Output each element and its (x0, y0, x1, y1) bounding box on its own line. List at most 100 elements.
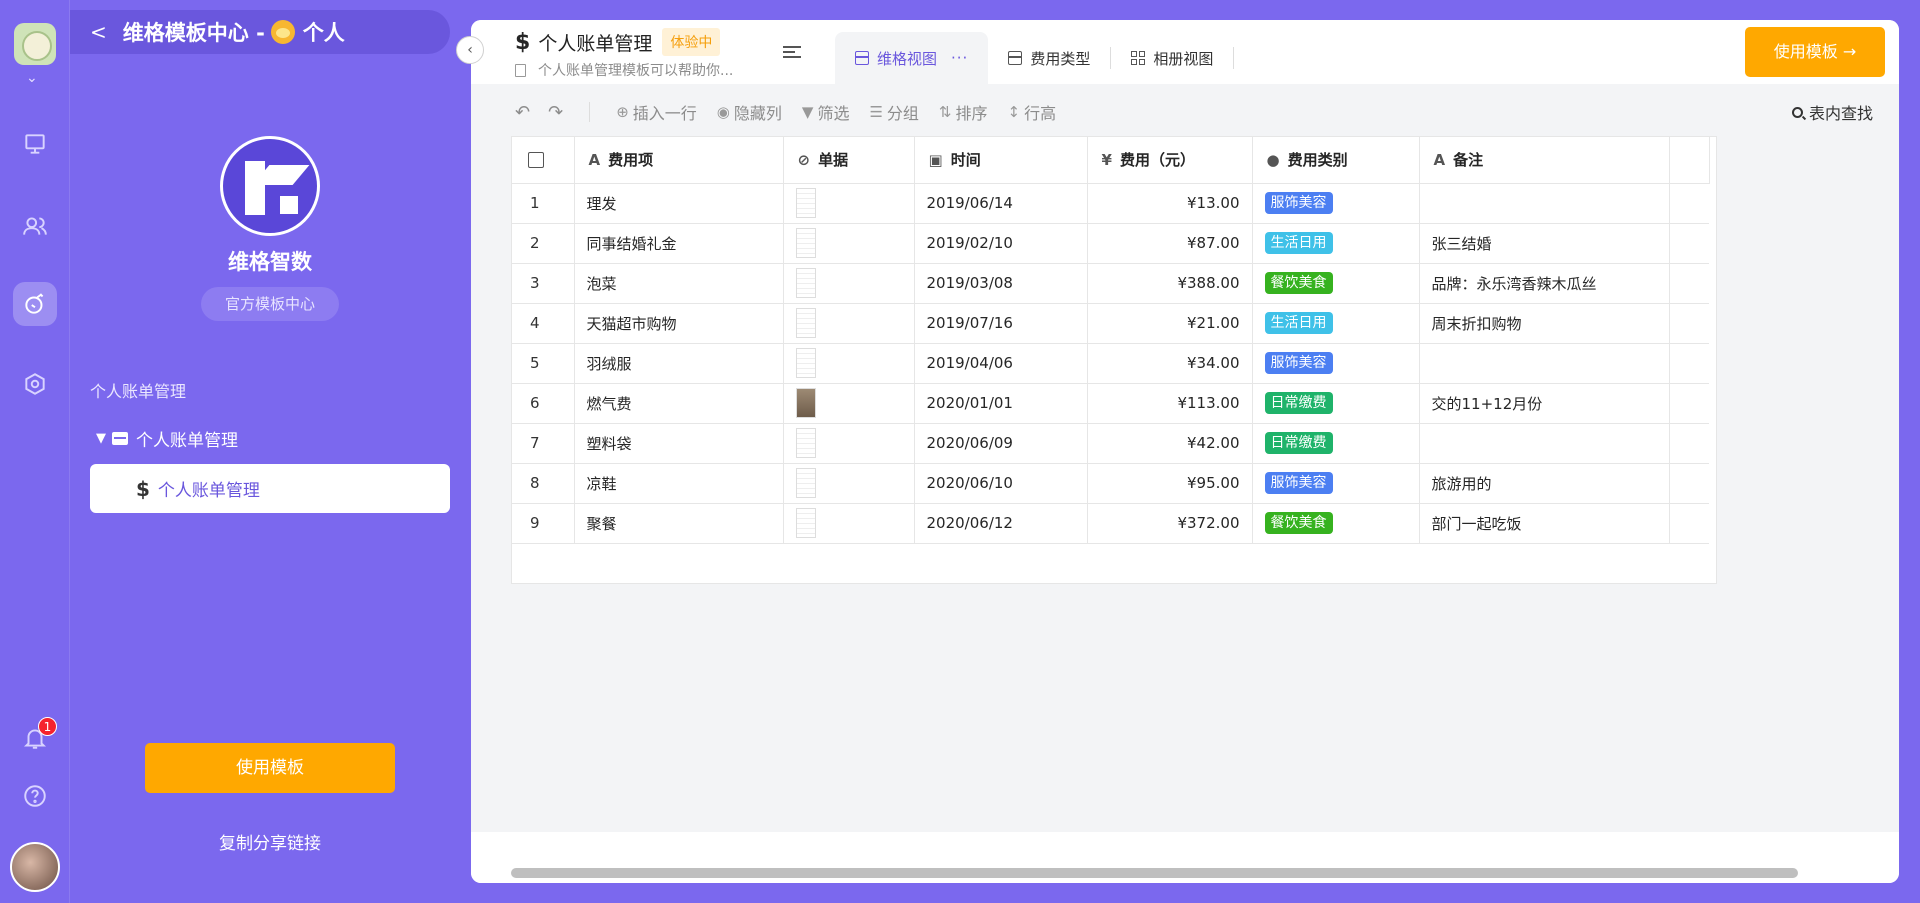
use-template-button-side[interactable]: 使用模板 (145, 743, 395, 793)
cell-date[interactable]: 2020/06/12 (914, 503, 1088, 544)
cell-date[interactable]: 2019/07/16 (914, 303, 1088, 344)
cell-item[interactable]: 泡菜 (574, 263, 784, 304)
table-row[interactable]: 8 凉鞋 2020/06/10 ¥95.00 服饰美容 旅游用的 (512, 463, 1709, 504)
receipt-thumbnail[interactable] (795, 388, 816, 418)
column-header[interactable]: ¥ 费用（元） (1087, 137, 1253, 184)
cell-category[interactable]: 日常缴费 (1252, 423, 1420, 464)
cell-receipt[interactable] (783, 263, 915, 304)
caret-down-icon[interactable]: ▼ (96, 431, 106, 446)
horizontal-scrollbar[interactable] (511, 868, 1798, 878)
cell-amount[interactable]: ¥388.00 (1087, 263, 1253, 304)
receipt-thumbnail[interactable] (795, 188, 816, 218)
cell-category[interactable]: 日常缴费 (1252, 383, 1420, 424)
cell-category[interactable]: 生活日用 (1252, 223, 1420, 264)
monitor-icon[interactable] (13, 122, 57, 166)
cell-note[interactable]: 品牌：永乐湾香辣木瓜丝 (1419, 263, 1670, 304)
cell-item[interactable]: 羽绒服 (574, 343, 784, 384)
cell-receipt[interactable] (783, 303, 915, 344)
hide-columns-button[interactable]: ◉ 隐藏列 (717, 100, 782, 124)
users-icon[interactable] (13, 204, 57, 248)
filter-button[interactable]: ▼ 筛选 (802, 100, 850, 124)
tab-grid-view[interactable]: 维格视图 ··· (835, 32, 989, 84)
title-text[interactable]: 个人账单管理 (538, 29, 652, 56)
column-header[interactable]: A 费用项 (574, 137, 784, 184)
brand-tag[interactable]: 官方模板中心 (201, 287, 339, 321)
cell-receipt[interactable] (783, 183, 915, 224)
receipt-thumbnail[interactable] (795, 308, 816, 338)
tree-item-selected[interactable]: $ 个人账单管理 (90, 464, 450, 513)
cell-category[interactable]: 服饰美容 (1252, 463, 1420, 504)
menu-icon[interactable] (783, 46, 801, 60)
table-row[interactable]: 3 泡菜 2019/03/08 ¥388.00 餐饮美食 品牌：永乐湾香辣木瓜丝 (512, 263, 1709, 304)
copy-share-link[interactable]: 复制分享链接 (70, 829, 470, 854)
cell-receipt[interactable] (783, 383, 915, 424)
insert-row-button[interactable]: ⊕ 插入一行 (616, 100, 697, 124)
breadcrumb[interactable]: < 维格模板中心 - 个人 (70, 10, 450, 54)
cell-item[interactable]: 凉鞋 (574, 463, 784, 504)
sort-button[interactable]: ⇅ 排序 (939, 100, 988, 124)
cell-receipt[interactable] (783, 463, 915, 504)
table-row[interactable]: 2 同事结婚礼金 2019/02/10 ¥87.00 生活日用 张三结婚 (512, 223, 1709, 264)
cell-note[interactable]: 部门一起吃饭 (1419, 503, 1670, 544)
cell-category[interactable]: 餐饮美食 (1252, 503, 1420, 544)
table-row[interactable]: 5 羽绒服 2019/04/06 ¥34.00 服饰美容 (512, 343, 1709, 384)
cell-note[interactable]: 交的11+12月份 (1419, 383, 1670, 424)
undo-icon[interactable]: ↶ (515, 102, 530, 123)
cell-note[interactable]: 张三结婚 (1419, 223, 1670, 264)
table-row[interactable]: 1 理发 2019/06/14 ¥13.00 服饰美容 (512, 183, 1709, 224)
column-header[interactable]: ▣ 时间 (914, 137, 1088, 184)
cell-date[interactable]: 2020/01/01 (914, 383, 1088, 424)
table-row[interactable]: 4 天猫超市购物 2019/07/16 ¥21.00 生活日用 周末折扣购物 (512, 303, 1709, 344)
cell-category[interactable]: 生活日用 (1252, 303, 1420, 344)
cell-amount[interactable]: ¥113.00 (1087, 383, 1253, 424)
datasheet-description[interactable]: 个人账单管理模板可以帮助你... (515, 60, 733, 80)
back-icon[interactable]: < (90, 20, 107, 44)
help-icon[interactable] (13, 774, 57, 818)
tab-expense-type[interactable]: 费用类型 (988, 32, 1110, 84)
table-search[interactable]: 表内查找 (1791, 100, 1873, 124)
cell-amount[interactable]: ¥372.00 (1087, 503, 1253, 544)
cell-item[interactable]: 天猫超市购物 (574, 303, 784, 344)
redo-icon[interactable]: ↷ (548, 102, 563, 123)
cell-note[interactable] (1419, 343, 1670, 384)
table-row[interactable]: 6 燃气费 2020/01/01 ¥113.00 日常缴费 交的11+12月份 (512, 383, 1709, 424)
receipt-thumbnail[interactable] (795, 268, 816, 298)
cell-amount[interactable]: ¥87.00 (1087, 223, 1253, 264)
cell-amount[interactable]: ¥34.00 (1087, 343, 1253, 384)
user-avatar[interactable] (10, 842, 60, 892)
collapse-panel-icon[interactable]: ‹ (456, 36, 484, 64)
cell-category[interactable]: 服饰美容 (1252, 343, 1420, 384)
cell-amount[interactable]: ¥21.00 (1087, 303, 1253, 344)
cell-date[interactable]: 2020/06/09 (914, 423, 1088, 464)
cell-date[interactable]: 2019/03/08 (914, 263, 1088, 304)
receipt-thumbnail[interactable] (795, 428, 816, 458)
cell-note[interactable]: 旅游用的 (1419, 463, 1670, 504)
add-column-header[interactable] (1669, 137, 1710, 184)
receipt-thumbnail[interactable] (795, 508, 816, 538)
cell-receipt[interactable] (783, 223, 915, 264)
row-height-button[interactable]: ↕ 行高 (1008, 100, 1057, 124)
cell-note[interactable] (1419, 183, 1670, 224)
cell-date[interactable]: 2019/04/06 (914, 343, 1088, 384)
cell-note[interactable]: 周末折扣购物 (1419, 303, 1670, 344)
group-button[interactable]: ☰ 分组 (869, 100, 918, 124)
cell-item[interactable]: 燃气费 (574, 383, 784, 424)
select-all-checkbox[interactable] (512, 137, 575, 184)
cell-amount[interactable]: ¥42.00 (1087, 423, 1253, 464)
cell-date[interactable]: 2019/02/10 (914, 223, 1088, 264)
column-header[interactable]: A 备注 (1419, 137, 1670, 184)
cell-note[interactable] (1419, 423, 1670, 464)
cell-receipt[interactable] (783, 423, 915, 464)
cell-category[interactable]: 餐饮美食 (1252, 263, 1420, 304)
receipt-thumbnail[interactable] (795, 468, 816, 498)
receipt-thumbnail[interactable] (795, 228, 816, 258)
cell-item[interactable]: 同事结婚礼金 (574, 223, 784, 264)
cell-receipt[interactable] (783, 503, 915, 544)
cell-date[interactable]: 2020/06/10 (914, 463, 1088, 504)
cell-date[interactable]: 2019/06/14 (914, 183, 1088, 224)
cell-receipt[interactable] (783, 343, 915, 384)
tab-gallery-view[interactable]: 相册视图 (1111, 32, 1233, 84)
cell-category[interactable]: 服饰美容 (1252, 183, 1420, 224)
receipt-thumbnail[interactable] (795, 348, 816, 378)
cell-item[interactable]: 塑料袋 (574, 423, 784, 464)
